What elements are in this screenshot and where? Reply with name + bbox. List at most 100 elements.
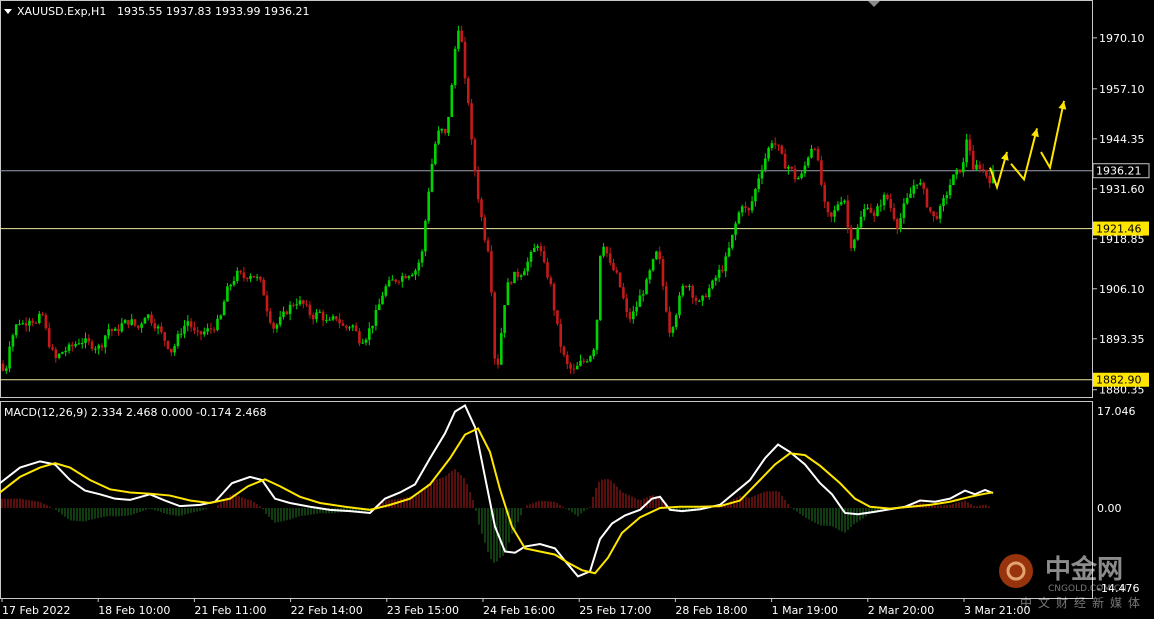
candle — [905, 193, 909, 205]
scroll-marker-icon[interactable] — [868, 1, 880, 7]
forecast-arrowhead-1 — [1031, 128, 1039, 138]
candle — [859, 210, 863, 228]
candle — [674, 313, 678, 330]
time-tick-label: 21 Feb 11:00 — [194, 604, 266, 617]
candle — [41, 311, 44, 317]
candle — [981, 163, 985, 173]
candle — [156, 324, 160, 335]
candle — [358, 328, 361, 347]
candle — [773, 137, 777, 150]
candle — [549, 275, 553, 287]
candle — [407, 275, 411, 281]
candle — [272, 321, 275, 334]
candle — [671, 325, 675, 337]
candle — [533, 243, 536, 253]
candle — [348, 325, 351, 331]
candle — [397, 280, 401, 285]
candle — [724, 252, 727, 278]
candle — [31, 318, 34, 327]
candle — [539, 242, 543, 257]
candle — [711, 279, 714, 290]
candle — [836, 201, 840, 212]
candle — [797, 176, 800, 180]
axis-layer: 1970.101957.101944.351931.601918.851906.… — [1, 32, 1150, 617]
candle — [47, 322, 51, 349]
candle — [335, 315, 338, 322]
candle — [777, 144, 780, 151]
candle — [595, 319, 599, 355]
candle — [11, 333, 15, 352]
candle — [394, 278, 397, 284]
candle — [618, 272, 622, 288]
candle — [38, 311, 41, 325]
candle — [754, 187, 757, 207]
candle — [166, 340, 170, 350]
candle — [232, 276, 236, 287]
candle — [110, 328, 114, 336]
candle — [714, 275, 718, 286]
candle — [123, 319, 127, 324]
time-tick-label: 17 Feb 2022 — [2, 604, 70, 617]
candle — [704, 293, 708, 298]
candle — [569, 362, 572, 374]
candle — [509, 281, 513, 285]
candle — [688, 284, 691, 291]
candle — [305, 299, 308, 307]
candle — [252, 275, 256, 278]
candle — [519, 273, 523, 280]
candle — [830, 212, 833, 223]
candle — [54, 346, 58, 363]
candle — [717, 264, 721, 283]
candle — [572, 363, 576, 374]
candle — [113, 327, 117, 331]
candle — [734, 221, 737, 241]
time-tick-label: 28 Feb 18:00 — [675, 604, 747, 617]
candle — [638, 289, 642, 307]
candle — [605, 246, 609, 258]
candle — [1, 360, 5, 372]
candle — [882, 192, 886, 211]
chart-canvas[interactable]: 1970.101957.101944.351931.601918.851906.… — [0, 0, 1154, 619]
candle — [150, 311, 153, 326]
candle — [440, 128, 444, 134]
candle — [902, 198, 906, 224]
candle — [615, 266, 619, 275]
price-tick-label: 1893.35 — [1099, 333, 1145, 346]
candle — [450, 83, 454, 118]
candle — [427, 187, 430, 224]
candle — [265, 290, 269, 317]
candle — [239, 269, 242, 275]
candle — [483, 214, 487, 243]
time-tick-label: 2 Mar 20:00 — [868, 604, 934, 617]
collapse-triangle-icon[interactable] — [4, 9, 12, 14]
candle — [648, 268, 652, 284]
candle — [806, 156, 810, 168]
candle — [645, 277, 648, 295]
candle — [170, 348, 173, 357]
candle — [955, 167, 958, 180]
candle — [562, 345, 566, 358]
candle — [133, 319, 137, 328]
candle — [839, 196, 843, 206]
candle — [24, 317, 28, 332]
candle — [140, 321, 143, 333]
candle — [506, 278, 510, 306]
candle — [899, 212, 902, 233]
candle — [856, 224, 859, 241]
watermark-brand: 中金网 — [1045, 554, 1123, 585]
candle — [975, 159, 978, 171]
candle — [193, 321, 196, 335]
candle — [298, 295, 302, 306]
candle — [288, 301, 292, 321]
watermark-logo-icon — [999, 554, 1033, 588]
candle — [853, 238, 856, 252]
candle — [747, 207, 751, 216]
candle — [374, 304, 378, 331]
candle — [684, 285, 688, 289]
candle — [575, 361, 579, 370]
candle — [816, 146, 820, 162]
candle — [985, 169, 988, 179]
time-tick-label: 24 Feb 16:00 — [483, 604, 555, 617]
candle — [338, 313, 341, 329]
candle — [737, 210, 741, 225]
